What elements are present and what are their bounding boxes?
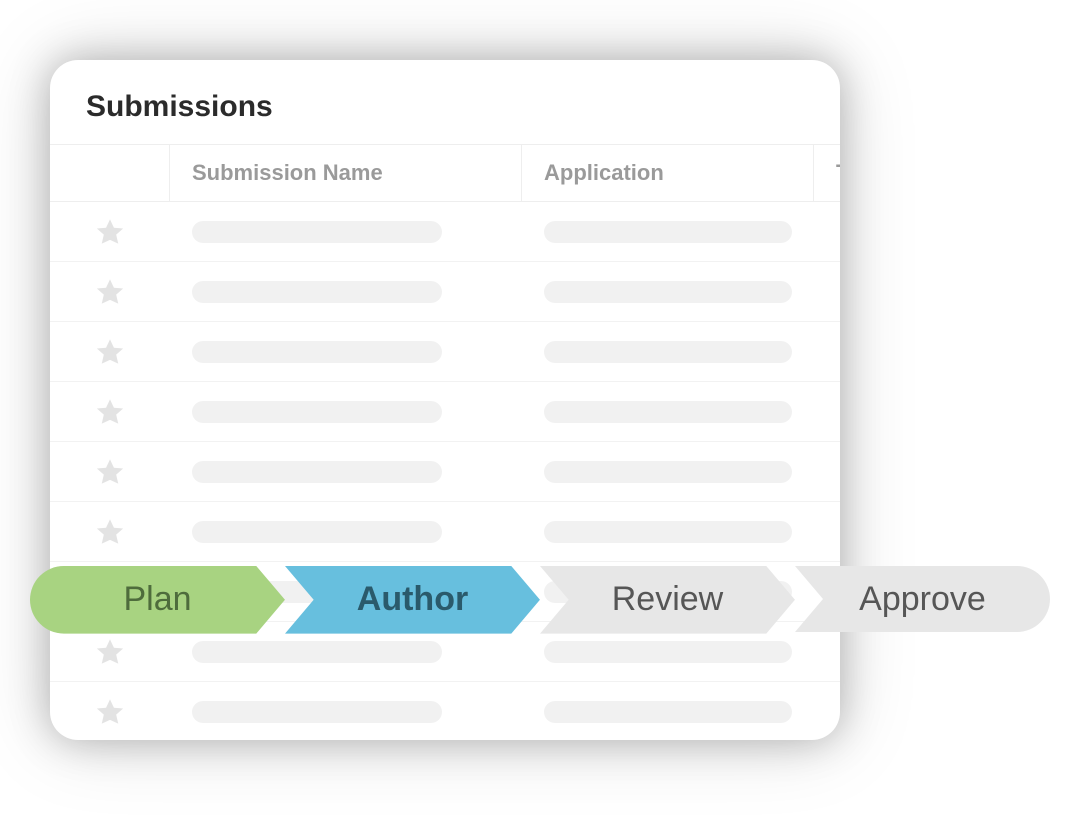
placeholder-pill <box>544 221 792 243</box>
star-icon[interactable] <box>50 216 170 248</box>
star-icon[interactable] <box>50 516 170 548</box>
cell-application <box>522 521 814 543</box>
placeholder-pill <box>192 401 442 423</box>
cell-submission-name <box>170 281 522 303</box>
table-row[interactable] <box>50 682 840 740</box>
table-row[interactable] <box>50 502 840 562</box>
cell-application <box>522 461 814 483</box>
cell-type <box>814 701 840 723</box>
cell-application <box>522 701 814 723</box>
placeholder-pill <box>544 641 792 663</box>
cell-type <box>814 281 840 303</box>
workflow-stepper: Plan Author Review Approve <box>30 566 1050 632</box>
submissions-table: Submission Name Application Type <box>50 144 840 740</box>
star-icon[interactable] <box>50 696 170 728</box>
page-title: Submissions <box>50 60 840 144</box>
table-row[interactable] <box>50 322 840 382</box>
star-icon[interactable] <box>50 456 170 488</box>
cell-submission-name <box>170 401 522 423</box>
cell-application <box>522 221 814 243</box>
placeholder-pill <box>544 521 792 543</box>
cell-application <box>522 401 814 423</box>
cell-submission-name <box>170 521 522 543</box>
step-approve[interactable]: Approve <box>795 566 1050 632</box>
column-application[interactable]: Application <box>522 145 814 201</box>
placeholder-pill <box>192 641 442 663</box>
cell-type <box>814 221 840 243</box>
placeholder-pill <box>192 341 442 363</box>
star-icon[interactable] <box>50 636 170 668</box>
star-icon[interactable] <box>50 396 170 428</box>
submissions-card: Submissions Submission Name Application … <box>50 60 840 740</box>
step-label: Plan <box>113 580 201 619</box>
placeholder-pill <box>192 701 442 723</box>
step-review[interactable]: Review <box>540 566 795 632</box>
placeholder-pill <box>544 701 792 723</box>
table-row[interactable] <box>50 202 840 262</box>
column-star <box>50 145 170 201</box>
cell-type <box>814 521 840 543</box>
column-submission-name[interactable]: Submission Name <box>170 145 522 201</box>
cell-submission-name <box>170 461 522 483</box>
table-body <box>50 202 840 740</box>
star-icon[interactable] <box>50 276 170 308</box>
placeholder-pill <box>544 281 792 303</box>
cell-type <box>814 401 840 423</box>
step-label: Approve <box>849 580 996 619</box>
placeholder-pill <box>192 221 442 243</box>
cell-submission-name <box>170 701 522 723</box>
table-row[interactable] <box>50 382 840 442</box>
placeholder-pill <box>192 521 442 543</box>
cell-application <box>522 641 814 663</box>
step-label: Review <box>602 580 733 619</box>
placeholder-pill <box>192 281 442 303</box>
cell-type <box>814 641 840 663</box>
cell-submission-name <box>170 641 522 663</box>
column-type[interactable]: Type <box>814 160 840 186</box>
cell-submission-name <box>170 341 522 363</box>
placeholder-pill <box>192 461 442 483</box>
cell-type <box>814 461 840 483</box>
star-icon[interactable] <box>50 336 170 368</box>
cell-type <box>814 341 840 363</box>
cell-submission-name <box>170 221 522 243</box>
step-plan[interactable]: Plan <box>30 566 285 632</box>
table-header: Submission Name Application Type <box>50 144 840 202</box>
step-author[interactable]: Author <box>285 566 540 632</box>
step-label: Author <box>347 580 478 619</box>
cell-application <box>522 341 814 363</box>
table-row[interactable] <box>50 262 840 322</box>
cell-application <box>522 281 814 303</box>
placeholder-pill <box>544 401 792 423</box>
placeholder-pill <box>544 461 792 483</box>
table-row[interactable] <box>50 442 840 502</box>
placeholder-pill <box>544 341 792 363</box>
